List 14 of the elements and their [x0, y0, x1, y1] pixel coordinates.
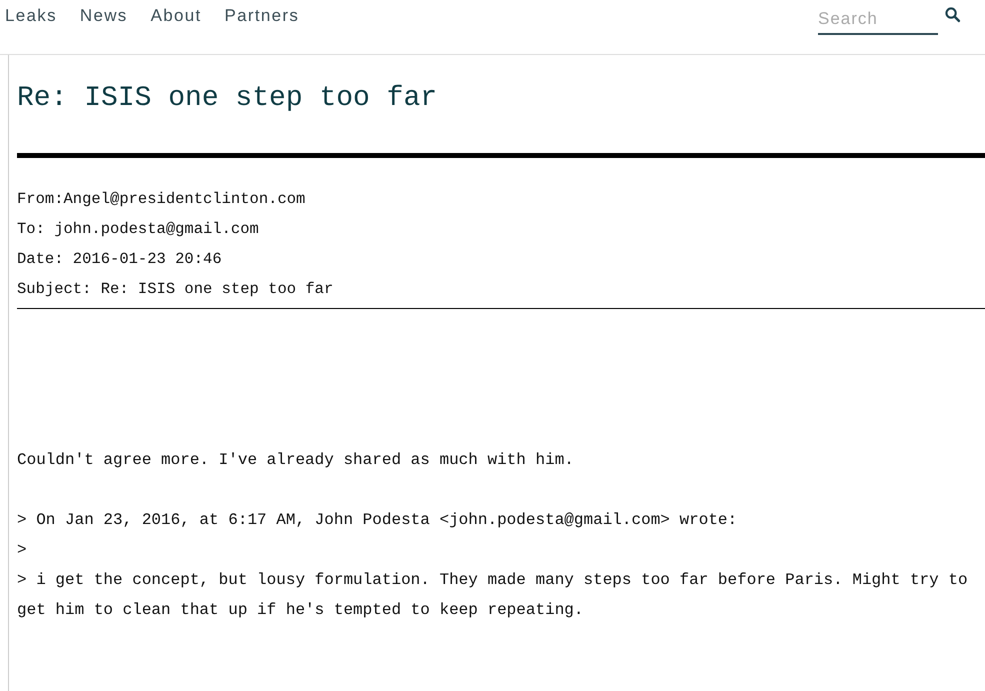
- nav-link[interactable]: Partners: [224, 6, 300, 26]
- email-body-text: Couldn't agree more. I've already shared as much with him.: [17, 450, 575, 471]
- email-header-line: Subject: Re: ISIS one step too far: [17, 279, 334, 300]
- nav-link[interactable]: News: [80, 6, 128, 26]
- email-title: Re: ISIS one step too far: [17, 82, 438, 116]
- nav-link[interactable]: Leaks: [5, 6, 57, 26]
- email-header-line: To: john.podesta@gmail.com: [17, 219, 260, 240]
- search-icon[interactable]: [944, 6, 961, 23]
- email-header-line: Date: 2016-01-23 20:46: [17, 249, 223, 270]
- email-header-line: From:Angel@presidentclinton.com: [17, 189, 306, 210]
- email-body-text: >: [17, 540, 28, 561]
- email-body-text: > On Jan 23, 2016, at 6:17 AM, John Podesta <john.podesta@gmail.com> wrote:: [17, 510, 738, 531]
- nav-link[interactable]: About: [150, 6, 202, 26]
- email-body-text: > i get the concept, but lousy formulation. They made many steps too far before Paris. Might try to get him to clean that up if he's tempted to keep repeating.: [17, 570, 969, 621]
